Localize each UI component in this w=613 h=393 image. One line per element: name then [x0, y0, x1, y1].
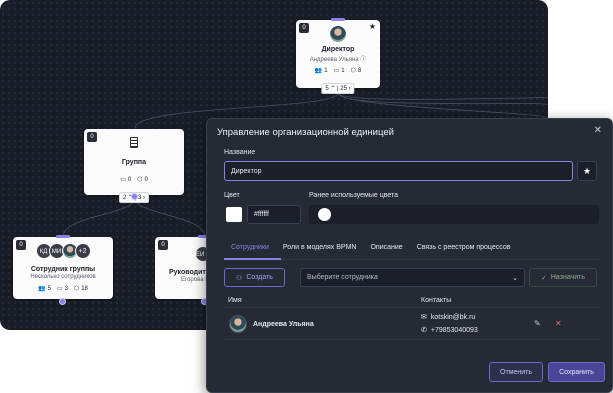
card-icon: ▭ [56, 286, 63, 292]
used-colors-bar [309, 205, 599, 224]
node-stats: ▭ 0 ⬡ 0 [120, 176, 148, 184]
box-icon: ⬡ [73, 286, 80, 292]
node-stats: 👥 1 ▭ 1 ⬡ 8 [314, 67, 362, 75]
node-title: Сотрудник группы [30, 266, 96, 273]
avatar-stack: КД МИ +2 [13, 243, 113, 259]
node-counter[interactable]: 5 ⌃ | 25 › [321, 83, 355, 94]
building-icon [130, 137, 138, 148]
top-handle[interactable] [331, 18, 345, 21]
col-contacts: Контакты [421, 297, 452, 304]
employee-select[interactable]: Выберите сотрудника ⌄ [300, 268, 525, 287]
node-subtitle: Несколько сотрудников [30, 274, 96, 280]
info-icon: ⓘ [360, 57, 367, 63]
users-icon: 👥 [314, 68, 323, 74]
color-input[interactable]: #ffffff [247, 205, 301, 224]
connection-handle[interactable] [131, 193, 138, 200]
top-handle[interactable] [56, 235, 70, 238]
name-label: Название [224, 149, 256, 156]
favorite-button[interactable]: ★ [577, 161, 597, 181]
assign-button[interactable]: ✓ Назначить [529, 268, 597, 287]
employee-name: Андреева Ульяна [253, 321, 314, 328]
node-badge: 0 [16, 240, 26, 250]
check-icon: ✓ [541, 274, 547, 282]
tab-bpmn-roles[interactable]: Роли в моделях BPMN [276, 244, 364, 256]
color-label: Цвет [224, 192, 240, 199]
node-title: Группа [121, 159, 147, 166]
chevron-up-icon: ⌃ [330, 86, 336, 92]
cancel-button[interactable]: Отменить [489, 362, 543, 382]
phone: ✆ +79853040093 [421, 326, 478, 335]
edit-icon[interactable]: ✎ [534, 319, 541, 328]
node-badge: 0 [299, 23, 309, 33]
mail-icon: ✉ [421, 314, 427, 321]
table-header: Имя Контакты [224, 295, 599, 308]
create-button[interactable]: ⚇ Создать [224, 268, 285, 287]
group-node[interactable]: 0 Группа ▭0 ⬡0 2 ⌃ | 3 › [84, 129, 184, 203]
delete-icon[interactable]: ✕ [555, 319, 562, 328]
card-icon: ▭ [120, 177, 126, 183]
color-swatch[interactable] [226, 207, 242, 222]
node-badge: 0 [87, 132, 97, 142]
tab-employees[interactable]: Сотрудники [224, 244, 276, 256]
phone-icon: ✆ [421, 327, 427, 334]
more-avatars: +2 [74, 243, 91, 259]
email: ✉ kotskin@bk.ru [421, 313, 476, 322]
star-icon: ★ [582, 165, 592, 176]
box-icon: ⬡ [350, 68, 356, 74]
node-stats: 👥 5 ▭ 3 ⬡ 18 [38, 285, 88, 293]
users-icon: 👥 [38, 286, 46, 292]
node-subtitle: Андреева Ульяна ⓘ [309, 57, 367, 63]
modal-title: Управление организационной единицей [217, 127, 394, 138]
chevron-down-icon: ⌄ [512, 274, 518, 282]
name-input[interactable]: Директор [224, 161, 573, 181]
used-color-swatch[interactable] [318, 208, 331, 221]
box-icon: ⬡ [137, 177, 143, 183]
avatar [229, 315, 247, 333]
tab-process-registry[interactable]: Связь с реестром процессов [410, 244, 518, 256]
save-button[interactable]: Сохранить [548, 362, 605, 382]
org-unit-modal: Управление организационной единицей ✕ На… [206, 118, 613, 393]
card-icon: ▭ [333, 68, 340, 74]
tab-description[interactable]: Описание [363, 244, 409, 256]
node-title: Директор [321, 46, 355, 53]
avatar [330, 26, 346, 42]
close-icon[interactable]: ✕ [594, 125, 602, 136]
used-colors-label: Ранее используемые цвета [309, 192, 399, 199]
tabs: Сотрудники Роли в моделях BPMN Описание … [224, 244, 517, 256]
active-tab-underline [224, 258, 281, 260]
star-icon[interactable]: ★ [369, 22, 376, 31]
table-row: Андреева Ульяна ✉ kotskin@bk.ru ✆ +7985304… [224, 310, 599, 340]
chevron-right-icon: › [348, 86, 351, 92]
node-badge: 0 [158, 240, 168, 250]
employee-group-node[interactable]: 0 КД МИ +2 Сотрудник группы Несколько со… [13, 235, 113, 299]
col-name: Имя [228, 297, 242, 304]
chevron-right-icon: › [142, 195, 145, 201]
connection-handle[interactable] [59, 298, 66, 305]
add-user-icon: ⚇ [236, 274, 243, 282]
director-node[interactable]: 0 ★ Директор Андреева Ульяна ⓘ 👥 1 ▭ 1 ⬡ 8 … [296, 18, 380, 94]
